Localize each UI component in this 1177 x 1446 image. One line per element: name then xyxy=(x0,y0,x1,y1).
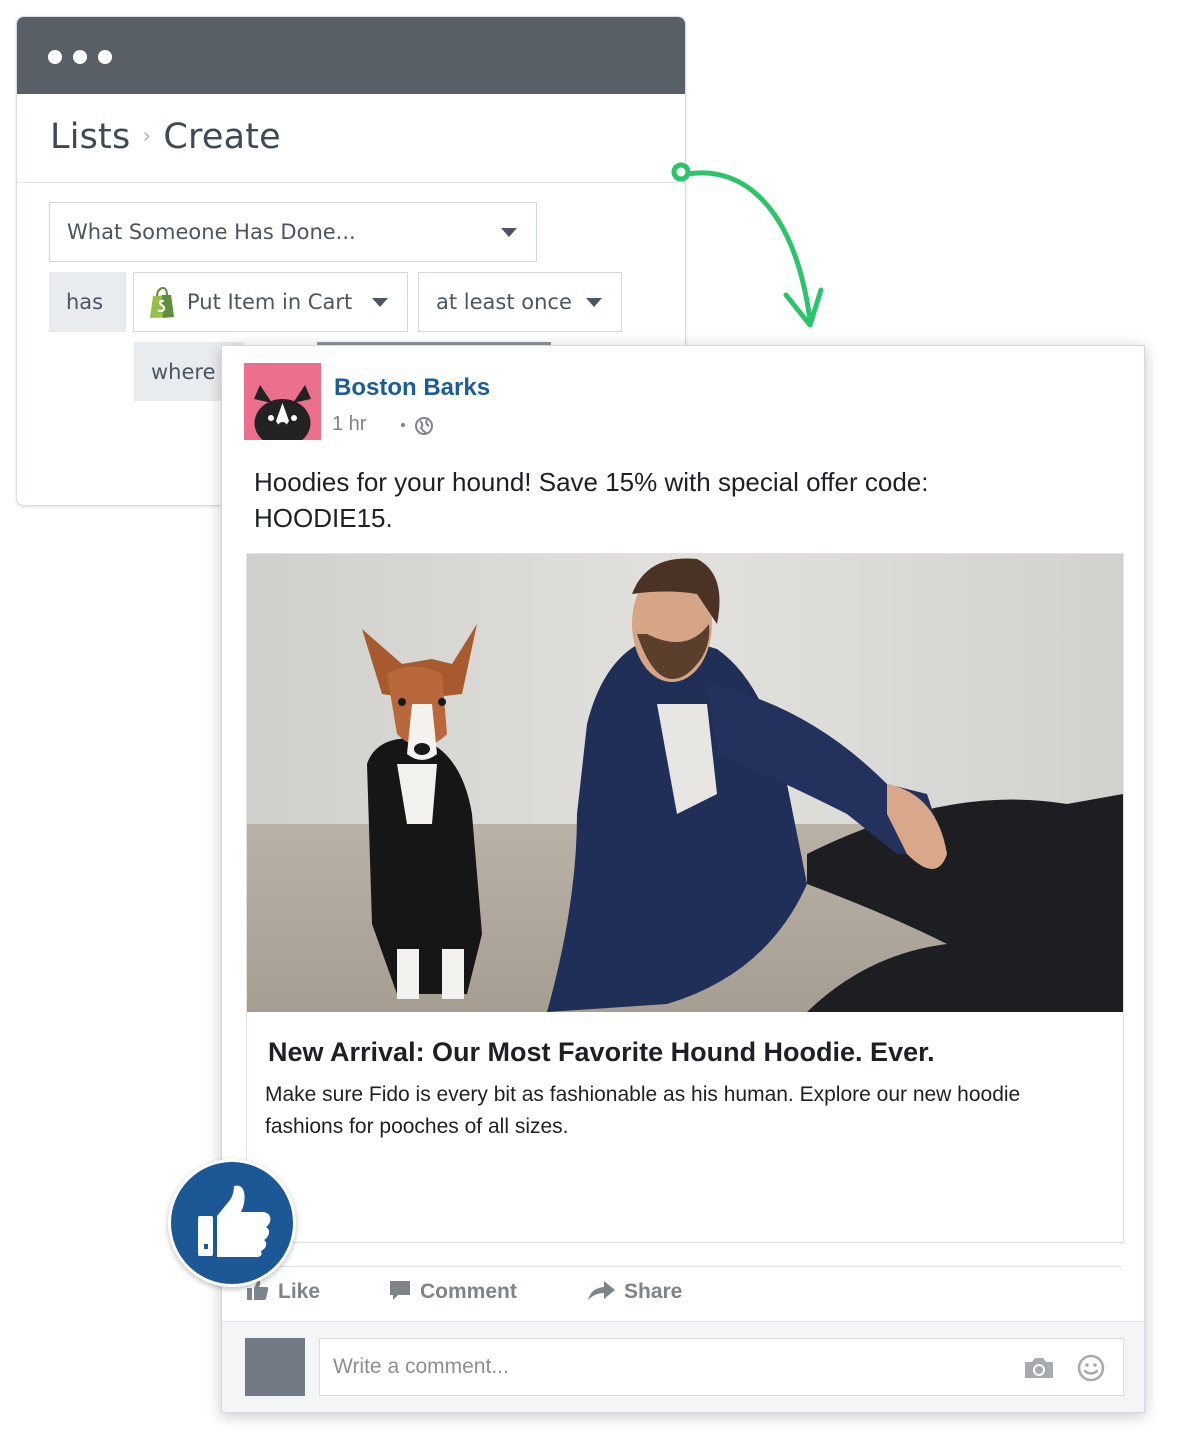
dog-logo-icon xyxy=(254,385,311,440)
connector-arrow-icon xyxy=(671,162,824,328)
event-select-value: Put Item in Cart xyxy=(187,290,353,314)
divider xyxy=(17,182,685,183)
frequency-select[interactable]: at least once xyxy=(418,272,622,332)
window-dot xyxy=(48,50,62,64)
thumbs-up-icon xyxy=(198,1185,271,1257)
like-button[interactable]: Like xyxy=(246,1280,320,1304)
comment-label: Comment xyxy=(420,1280,517,1303)
window-titlebar xyxy=(17,17,685,94)
post-timestamp[interactable]: 1 hr xyxy=(332,413,366,436)
camera-icon[interactable] xyxy=(1023,1356,1055,1380)
link-title[interactable]: New Arrival: Our Most Favorite Hound Hoo… xyxy=(268,1037,935,1068)
page-avatar[interactable] xyxy=(244,363,321,440)
separator-dot xyxy=(401,423,405,427)
frequency-select-value: at least once xyxy=(436,290,572,314)
product-photo xyxy=(247,554,1123,1012)
filter-label-text: where xyxy=(151,359,216,384)
comment-input[interactable]: Write a comment... xyxy=(319,1338,1124,1396)
dog-and-man-photo xyxy=(247,554,1123,1012)
comment-bar: Write a comment... xyxy=(222,1321,1144,1412)
verb-label-text: has xyxy=(66,290,104,314)
link-description: Make sure Fido is every bit as fashionab… xyxy=(265,1083,1021,1138)
share-label: Share xyxy=(624,1280,683,1303)
link-preview-card[interactable]: New Arrival: Our Most Favorite Hound Hoo… xyxy=(246,553,1124,1243)
caret-down-icon xyxy=(586,298,602,307)
caret-down-icon xyxy=(372,298,388,307)
event-select[interactable]: Put Item in Cart xyxy=(133,272,408,332)
breadcrumb: Lists › Create xyxy=(50,117,281,157)
comment-icon xyxy=(390,1281,410,1301)
comment-placeholder: Write a comment... xyxy=(333,1355,509,1378)
breadcrumb-lists[interactable]: Lists xyxy=(50,117,130,157)
user-avatar xyxy=(245,1338,305,1396)
page-name[interactable]: Boston Barks xyxy=(334,374,490,402)
window-dot xyxy=(98,50,112,64)
comment-button[interactable]: Comment xyxy=(388,1280,517,1304)
like-reaction-badge xyxy=(168,1159,296,1287)
condition-select[interactable]: What Someone Has Done... xyxy=(49,202,537,262)
post-message: Hoodies for your hound! Save 15% with sp… xyxy=(254,467,929,533)
verb-label: has xyxy=(49,272,126,332)
facebook-post: Boston Barks 1 hr Hoodies for your hound… xyxy=(221,345,1145,1413)
breadcrumb-separator-icon: › xyxy=(142,124,152,149)
breadcrumb-create: Create xyxy=(163,117,281,157)
shopify-bag-icon xyxy=(150,287,174,318)
smiley-icon[interactable] xyxy=(1077,1354,1105,1382)
share-button[interactable]: Share xyxy=(586,1280,682,1304)
condition-select-value: What Someone Has Done... xyxy=(67,220,356,244)
divider xyxy=(246,1266,1122,1267)
share-icon xyxy=(588,1281,615,1301)
window-dot xyxy=(73,50,87,64)
like-label: Like xyxy=(278,1280,321,1303)
caret-down-icon xyxy=(501,228,517,237)
globe-icon xyxy=(415,417,433,435)
